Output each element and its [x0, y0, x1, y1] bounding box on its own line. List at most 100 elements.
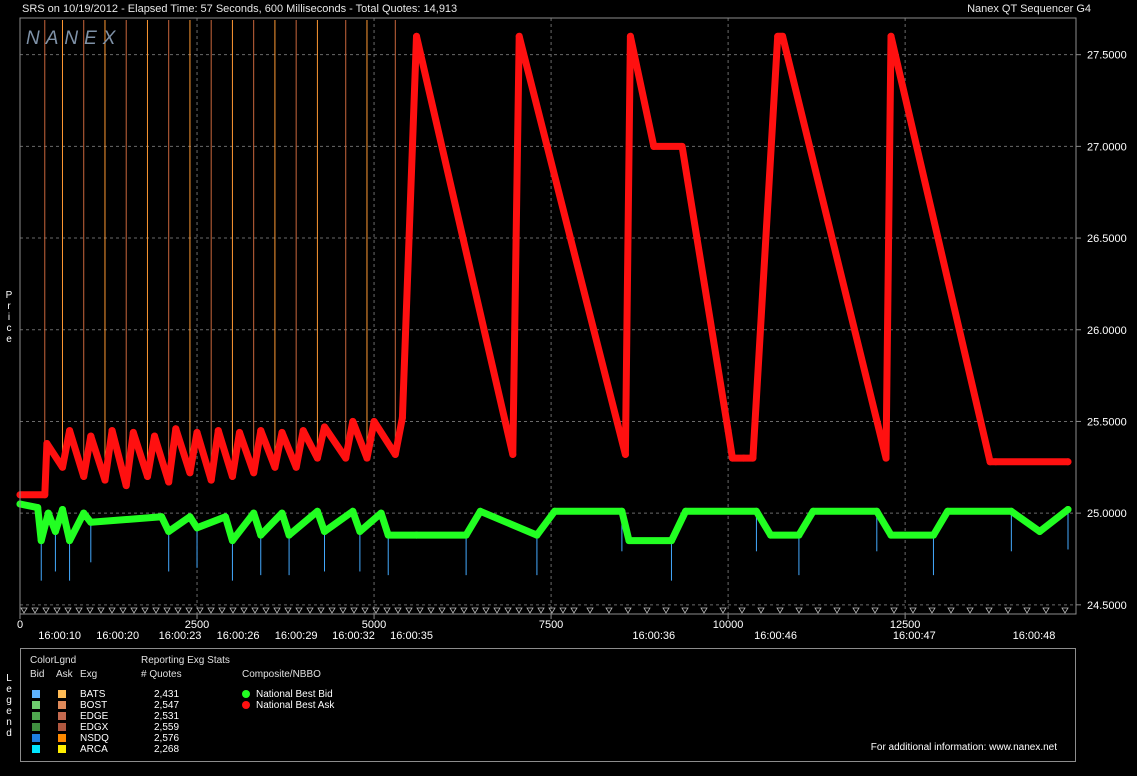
best-ask-point — [678, 142, 686, 150]
best-bid-point — [193, 524, 201, 532]
bid-color-swatch — [32, 712, 40, 720]
bid-color-swatch — [32, 701, 40, 709]
legend-side-label-char: e — [6, 684, 12, 695]
best-bid-point — [1036, 527, 1044, 535]
best-ask-point — [779, 32, 787, 40]
legend-side-label-char: L — [6, 673, 12, 684]
best-ask-point — [151, 432, 159, 440]
col-bid-header: Bid — [30, 669, 45, 680]
best-bid-point — [752, 507, 760, 515]
bid-color-swatch — [32, 745, 40, 753]
trade-marker — [262, 607, 270, 614]
trade-marker — [1042, 607, 1050, 614]
trade-marker — [75, 607, 83, 614]
best-bid-point — [377, 509, 385, 517]
best-ask-point — [250, 469, 258, 477]
best-bid-point — [533, 531, 541, 539]
trade-marker — [196, 607, 204, 614]
y-tick-label: 25.5000 — [1087, 416, 1127, 428]
exchange-name: ARCA — [80, 744, 108, 755]
trade-marker — [559, 607, 567, 614]
y-tick-label: 27.5000 — [1087, 50, 1127, 62]
time-tick-label: 16:00:48 — [1013, 630, 1056, 642]
exchange-name: BATS — [80, 689, 106, 700]
best-ask-point — [143, 472, 151, 480]
best-ask-point — [370, 417, 378, 425]
best-bid-point — [873, 507, 881, 515]
best-bid-point — [34, 504, 42, 512]
exchange-quote-count: 2,431 — [154, 689, 180, 700]
x-tick-label: 0 — [17, 619, 23, 631]
exchange-quote-count: 2,559 — [154, 722, 180, 733]
best-ask-point — [1064, 458, 1072, 466]
trade-marker — [438, 607, 446, 614]
exchange-name: EDGE — [80, 711, 109, 722]
time-tick-label: 16:00:10 — [38, 630, 81, 642]
exchange-name: NSDQ — [80, 733, 109, 744]
trade-marker — [328, 607, 336, 614]
trade-marker — [1004, 607, 1012, 614]
trade-marker — [31, 607, 39, 614]
y-tick-label: 26.0000 — [1087, 325, 1127, 337]
trade-marker — [966, 607, 974, 614]
y-tick-label: 26.5000 — [1087, 233, 1127, 245]
best-ask-point — [186, 469, 194, 477]
stats-title: Reporting Exg Stats — [141, 655, 230, 666]
ask-color-swatch — [58, 712, 66, 720]
trade-marker — [985, 607, 993, 614]
bottom-axis-markers — [20, 607, 1069, 614]
legend-side-label-char: n — [6, 717, 12, 728]
trade-marker — [909, 607, 917, 614]
best-ask-point — [271, 463, 279, 471]
best-bid-point — [929, 531, 937, 539]
best-bid-point — [356, 527, 364, 535]
best-ask-point — [193, 428, 201, 436]
best-ask-point — [515, 32, 523, 40]
trade-marker — [207, 607, 215, 614]
best-ask-point — [650, 142, 658, 150]
composite-title: Composite/NBBO — [242, 669, 321, 680]
trade-marker — [460, 607, 468, 614]
price-chart: 24.5000 25.0000 25.5000 26.0000 26.5000 27.00… — [16, 17, 1127, 642]
trade-marker — [284, 607, 292, 614]
trade-marker — [757, 607, 765, 614]
best-ask-point — [626, 32, 634, 40]
best-bid-point — [250, 509, 258, 517]
best-bid-point — [228, 537, 236, 545]
trade-marker — [833, 607, 841, 614]
col-quotes-header: # Quotes — [141, 669, 182, 680]
best-bid-point — [37, 537, 45, 545]
x-tick-label: 10000 — [713, 619, 744, 631]
chart-window: SRS on 10/19/2012 - Elapsed Time: 57 Sec… — [0, 0, 1137, 776]
ask-color-swatch — [58, 723, 66, 731]
color-legend-title: ColorLgnd — [30, 655, 77, 666]
trade-marker — [624, 607, 632, 614]
best-ask-point — [172, 425, 180, 433]
best-bid-point — [887, 531, 895, 539]
best-ask-point — [207, 476, 215, 484]
trade-marker — [662, 607, 670, 614]
trade-marker — [548, 607, 556, 614]
best-ask-point — [41, 491, 49, 499]
trade-marker — [317, 607, 325, 614]
col-exg-header: Exg — [80, 669, 98, 680]
trade-marker — [681, 607, 689, 614]
trade-marker — [42, 607, 50, 614]
trade-marker — [141, 607, 149, 614]
best-bid-point — [285, 531, 293, 539]
best-ask-point — [413, 32, 421, 40]
trade-marker — [174, 607, 182, 614]
best-bid-point — [87, 518, 95, 526]
nanex-logo: NANEX — [26, 28, 121, 49]
best-ask-point — [391, 450, 399, 458]
exchange-quote-count: 2,531 — [154, 711, 180, 722]
best-bid-point — [165, 527, 173, 535]
trade-marker — [86, 607, 94, 614]
trade-marker — [795, 607, 803, 614]
best-ask-point — [101, 476, 109, 484]
best-ask-point — [349, 417, 357, 425]
best-bid-point — [66, 537, 74, 545]
best-bid-point — [618, 507, 626, 515]
trade-marker — [537, 607, 545, 614]
footer-info: For additional information: www.nanex.ne… — [870, 742, 1057, 753]
